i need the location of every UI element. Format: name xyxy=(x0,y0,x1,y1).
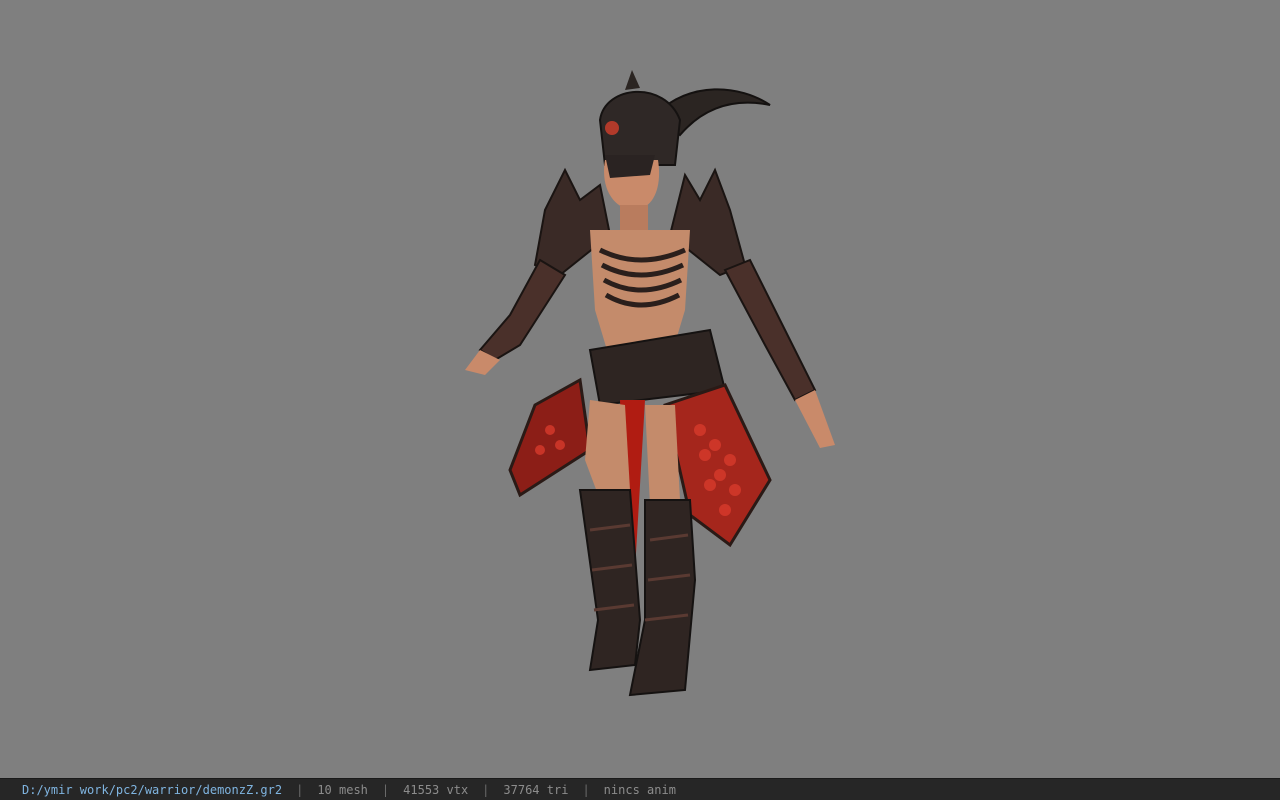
separator: | xyxy=(381,782,390,797)
file-path: D:/ymir work/pc2/warrior/demonzZ.gr2 xyxy=(22,782,283,797)
separator: | xyxy=(482,782,490,797)
left-boot xyxy=(578,489,642,672)
left-skirt-plate xyxy=(508,377,592,498)
right-leg xyxy=(645,405,680,505)
3d-viewport[interactable] xyxy=(0,0,1280,778)
mesh-count: 10 mesh xyxy=(317,782,368,797)
status-bar: D:/ymir work/pc2/warrior/demonzZ.gr2 | 1… xyxy=(0,778,1280,800)
warrior-model xyxy=(465,70,835,697)
vertex-count: 41553 vtx xyxy=(403,782,469,797)
left-arm xyxy=(478,258,567,362)
right-boot xyxy=(628,499,697,697)
triangle-count: 37764 tri xyxy=(503,782,569,797)
separator: | xyxy=(296,782,304,797)
animation-status: nincs anim xyxy=(603,782,676,797)
right-arm xyxy=(723,258,817,402)
separator: | xyxy=(582,782,590,797)
left-leg xyxy=(585,400,630,500)
